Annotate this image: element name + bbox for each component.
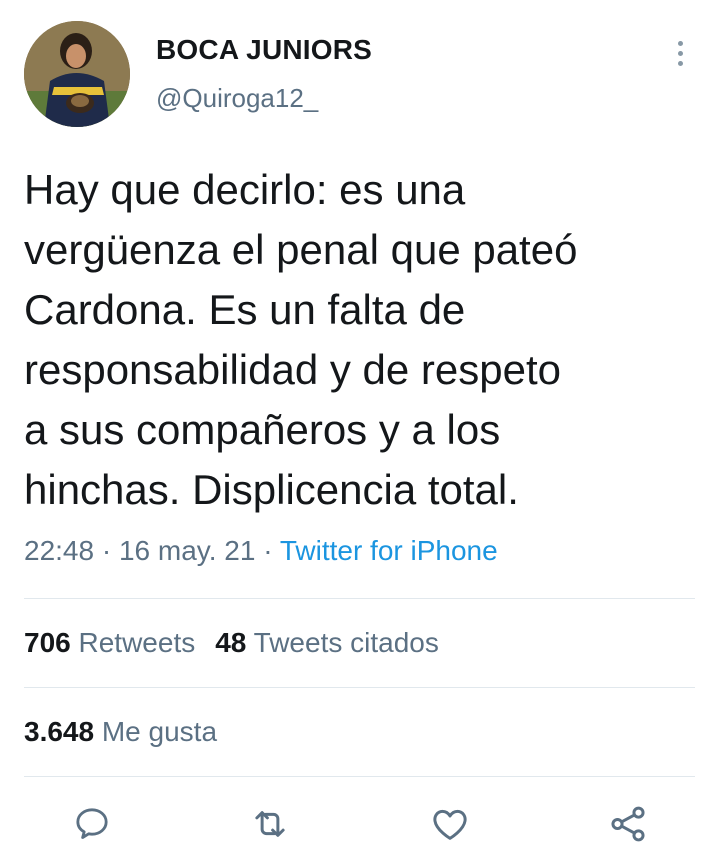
quotes-label: Tweets citados [253, 627, 439, 658]
tweet-meta: 22:48 · 16 may. 21 · Twitter for iPhone [24, 535, 498, 567]
meta-separator: · [255, 535, 280, 566]
tweet-time[interactable]: 22:48 [24, 535, 94, 566]
reply-button[interactable] [68, 800, 116, 848]
meta-separator: · [94, 535, 119, 566]
avatar-photo [24, 21, 130, 127]
likes-stats-row: 3.648 Me gusta [24, 716, 217, 748]
quotes-link[interactable]: 48 Tweets citados [215, 627, 439, 658]
likes-label: Me gusta [101, 716, 218, 747]
divider [24, 598, 695, 599]
more-options-icon[interactable] [666, 36, 694, 70]
share-icon [611, 806, 645, 842]
avatar[interactable] [24, 21, 130, 127]
author-handle[interactable]: @Quiroga12_ [156, 83, 318, 114]
reply-icon [76, 808, 108, 839]
retweets-label: Retweets [78, 627, 196, 658]
like-button[interactable] [426, 800, 474, 848]
likes-link[interactable]: 3.648 Me gusta [24, 716, 217, 747]
quotes-count: 48 [215, 627, 247, 658]
divider [24, 687, 695, 688]
retweets-count: 706 [24, 627, 71, 658]
heart-icon [433, 809, 467, 840]
retweet-stats-row: 706 Retweets 48 Tweets citados [24, 627, 439, 659]
tweet-header: BOCA JUNIORS @Quiroga12_ [0, 0, 719, 140]
tweet-text: Hay que decirlo: es una vergüenza el pen… [24, 166, 578, 513]
likes-count: 3.648 [24, 716, 95, 747]
tweet-date[interactable]: 16 may. 21 [119, 535, 255, 566]
tweet-source[interactable]: Twitter for iPhone [280, 535, 498, 566]
tweet-actions-bar [0, 800, 719, 850]
author-display-name[interactable]: BOCA JUNIORS [156, 34, 372, 66]
share-button[interactable] [604, 800, 652, 848]
retweet-icon [255, 811, 285, 837]
retweet-button[interactable] [246, 800, 294, 848]
retweets-link[interactable]: 706 Retweets [24, 627, 195, 658]
divider [24, 776, 695, 777]
